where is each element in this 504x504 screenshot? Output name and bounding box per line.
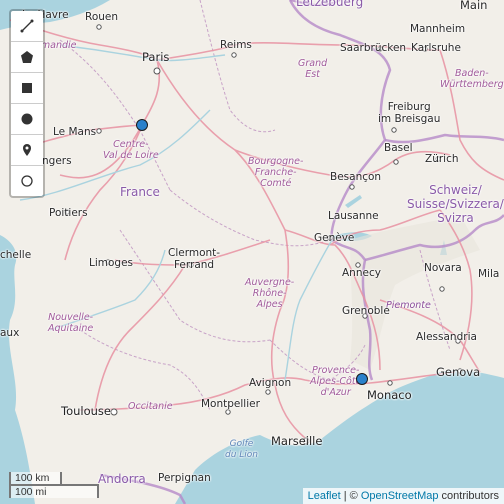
label-bourgogne: Bourgogne- Franche- Comté (248, 156, 304, 189)
label-le-mans: Le Mans (53, 126, 97, 138)
marker-icon (23, 144, 31, 156)
label-auvergne-rhone-alpes: Auvergne- Rhône- Alpes (245, 277, 295, 310)
label-mannheim: Mannheim (410, 23, 466, 35)
label-clermont-ferrand: Clermont- Ferrand (168, 247, 221, 271)
label-marseille: Marseille (271, 434, 323, 448)
draw-polyline-tool[interactable] (11, 11, 43, 42)
polyline-icon (20, 19, 34, 33)
label-basel: Basel (384, 142, 413, 154)
label-centre-val-de-loire: Centre- Val de Loire (103, 139, 159, 161)
label-toulouse: Toulouse (61, 404, 111, 418)
label-baden-wurttemberg: Baden- Württemberg (440, 68, 504, 90)
label-genova: Genova (436, 365, 481, 379)
label-rouen: Rouen (85, 11, 119, 23)
map-view[interactable]: Le Havre Rouen rmandie Paris Reims Lëtze… (0, 0, 504, 504)
leaflet-link[interactable]: Leaflet (308, 490, 341, 502)
draw-marker-tool[interactable] (11, 135, 43, 166)
label-milano: Mila (478, 268, 500, 280)
label-karlsruhe: Karlsruhe (411, 42, 461, 54)
label-provence: Provence- Alpes-Côte d'Azur (310, 365, 362, 398)
label-grand-est: Grand Est (298, 58, 328, 80)
label-besancon: Besançon (330, 171, 382, 183)
label-grenoble: Grenoble (342, 305, 390, 317)
draw-toolbar (9, 9, 45, 198)
label-golfe-du-lion: Golfe du Lion (225, 439, 259, 460)
label-avignon: Avignon (249, 377, 292, 389)
label-piemonte: Piemonte (386, 300, 431, 311)
label-novara: Novara (424, 262, 462, 274)
label-la-rochelle: chelle (0, 249, 32, 261)
attribution-suffix: contributors (438, 490, 499, 502)
label-perpignan: Perpignan (158, 472, 211, 484)
scale-control: 100 km 100 mi (9, 472, 99, 498)
draw-circlemarker-tool[interactable] (11, 166, 43, 196)
label-saarbrucken: Saarbrücken (340, 42, 407, 54)
label-bordeaux: aux (0, 327, 20, 339)
marker-centre-val-de-loire[interactable] (136, 119, 148, 131)
draw-rectangle-tool[interactable] (11, 73, 43, 104)
label-france: France (120, 185, 160, 199)
label-angers: ngers (42, 155, 72, 167)
label-freiburg: Freiburg im Breisgau (378, 101, 441, 125)
circle-icon (21, 113, 33, 125)
polygon-icon (21, 51, 33, 63)
label-monaco: Monaco (367, 388, 412, 402)
label-paris: Paris (142, 50, 170, 64)
label-andorra: Andorra (98, 472, 146, 486)
city-dots (64, 24, 463, 445)
label-luxembourg: Lëtzebuerg (296, 0, 364, 9)
attribution-separator: | © (340, 490, 361, 502)
label-alessandria: Alessandria (416, 331, 477, 343)
attribution: Leaflet | © OpenStreetMap contributors (302, 488, 504, 504)
label-switzerland: Schweiz/ Suisse/Svizzera/ Svizra (407, 183, 504, 225)
label-zurich: Zürich (425, 153, 459, 165)
label-occitanie: Occitanie (128, 401, 173, 412)
label-montpellier: Montpellier (201, 398, 260, 410)
draw-circle-tool[interactable] (11, 104, 43, 135)
scale-mi: 100 mi (9, 484, 99, 498)
label-poitiers: Poitiers (49, 207, 88, 219)
label-geneve: Genève (314, 232, 355, 244)
label-reims: Reims (220, 39, 252, 51)
draw-polygon-tool[interactable] (11, 42, 43, 73)
label-lausanne: Lausanne (328, 210, 379, 222)
label-limoges: Limoges (89, 257, 134, 269)
label-annecy: Annecy (342, 267, 381, 279)
label-nouvelle-aquitaine: Nouvelle- Aquitaine (48, 312, 94, 334)
rectangle-icon (22, 83, 32, 93)
osm-link[interactable]: OpenStreetMap (361, 490, 439, 502)
circle-marker-icon (21, 175, 33, 187)
label-mainz: Main (460, 0, 488, 12)
marker-provence[interactable] (356, 373, 368, 385)
